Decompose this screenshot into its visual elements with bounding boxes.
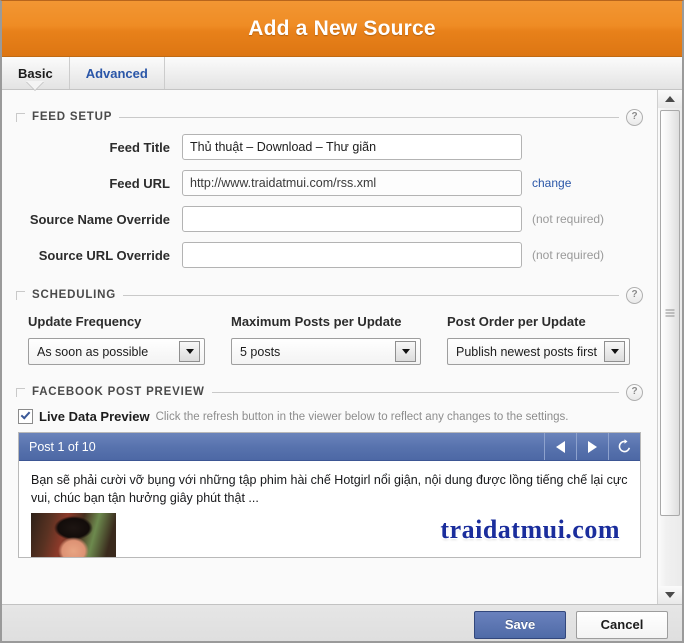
viewer-post-counter: Post 1 of 10 bbox=[29, 439, 96, 454]
arrow-up-icon bbox=[665, 96, 675, 102]
update-frequency-select[interactable]: As soon as possible bbox=[28, 338, 205, 365]
max-posts-value: 5 posts bbox=[240, 344, 281, 359]
post-order-group: Post Order per Update Publish newest pos… bbox=[447, 314, 630, 365]
scrollbar-track[interactable] bbox=[658, 108, 682, 586]
field-row-source-url-override: Source URL Override (not required) bbox=[16, 242, 643, 268]
dialog-title: Add a New Source bbox=[248, 16, 436, 40]
grip-icon bbox=[665, 308, 675, 319]
live-data-preview-label: Live Data Preview bbox=[39, 409, 150, 424]
source-name-override-label: Source Name Override bbox=[29, 211, 170, 227]
post-thumbnail-image bbox=[31, 513, 116, 557]
cancel-button[interactable]: Cancel bbox=[576, 610, 668, 639]
fieldset-corner bbox=[16, 112, 25, 122]
post-watermark: traidatmui.com bbox=[440, 515, 620, 544]
live-data-preview-hint: Click the refresh button in the viewer b… bbox=[155, 410, 569, 423]
vertical-scrollbar[interactable] bbox=[657, 90, 682, 604]
section-preview-title: FACEBOOK POST PREVIEW bbox=[32, 386, 205, 398]
feed-setup-fields: Feed Title Feed URL change Source Name O… bbox=[16, 124, 643, 276]
active-tab-pointer-icon bbox=[26, 81, 44, 90]
source-name-override-input[interactable] bbox=[182, 206, 522, 232]
update-frequency-label: Update Frequency bbox=[28, 314, 142, 329]
live-data-preview-row: Live Data Preview Click the refresh butt… bbox=[16, 399, 643, 432]
section-preview-header: FACEBOOK POST PREVIEW ? bbox=[16, 383, 643, 401]
post-preview-text: Bạn sẽ phải cười vỡ bụng với những tập p… bbox=[31, 473, 628, 505]
chevron-down-icon[interactable] bbox=[395, 341, 416, 362]
section-scheduling-header: SCHEDULING ? bbox=[16, 286, 643, 304]
arrow-down-icon bbox=[665, 592, 675, 598]
post-order-label: Post Order per Update bbox=[447, 314, 586, 329]
arrow-right-icon bbox=[588, 440, 597, 453]
source-url-override-hint: (not required) bbox=[532, 248, 605, 262]
tab-basic-label: Basic bbox=[18, 65, 53, 81]
section-scheduling-title: SCHEDULING bbox=[32, 289, 117, 301]
previous-post-button[interactable] bbox=[544, 433, 576, 460]
refresh-button[interactable] bbox=[608, 433, 640, 460]
fieldset-corner bbox=[16, 290, 25, 300]
chevron-down-icon[interactable] bbox=[179, 341, 200, 362]
feed-url-change-link[interactable]: change bbox=[522, 176, 571, 190]
max-posts-label: Maximum Posts per Update bbox=[231, 314, 402, 329]
section-feed-setup-title: FEED SETUP bbox=[32, 111, 113, 123]
save-button[interactable]: Save bbox=[474, 610, 566, 639]
add-source-dialog: Add a New Source Basic Advanced FEED SET… bbox=[0, 0, 684, 643]
post-order-value: Publish newest posts first bbox=[456, 344, 598, 359]
source-name-override-hint: (not required) bbox=[532, 212, 605, 226]
tabstrip: Basic Advanced bbox=[2, 57, 682, 90]
dialog-body: FEED SETUP ? Feed Title Feed URL change bbox=[2, 90, 682, 604]
next-post-button[interactable] bbox=[576, 433, 608, 460]
refresh-icon bbox=[618, 439, 631, 453]
fieldset-rule bbox=[119, 116, 619, 118]
feed-url-input[interactable] bbox=[182, 170, 522, 196]
section-feed-setup: FEED SETUP ? Feed Title Feed URL change bbox=[16, 108, 643, 276]
help-icon[interactable]: ? bbox=[626, 108, 643, 126]
post-order-select[interactable]: Publish newest posts first bbox=[447, 338, 630, 365]
help-icon[interactable]: ? bbox=[626, 383, 643, 401]
field-row-source-name-override: Source Name Override (not required) bbox=[16, 206, 643, 232]
scroll-up-button[interactable] bbox=[658, 90, 682, 108]
fieldset-rule bbox=[211, 391, 619, 393]
arrow-left-icon bbox=[556, 440, 565, 453]
scroll-down-button[interactable] bbox=[658, 586, 682, 604]
max-posts-select[interactable]: 5 posts bbox=[231, 338, 421, 365]
tab-basic[interactable]: Basic bbox=[2, 57, 70, 90]
viewer-content: Bạn sẽ phải cười vỡ bụng với những tập p… bbox=[19, 461, 640, 557]
live-data-preview-checkbox[interactable] bbox=[18, 409, 33, 424]
tab-advanced-label: Advanced bbox=[85, 65, 148, 81]
update-frequency-value: As soon as possible bbox=[37, 344, 149, 359]
feed-title-label: Feed Title bbox=[109, 139, 170, 155]
scrollbar-thumb[interactable] bbox=[660, 110, 680, 516]
dialog-footer: Save Cancel bbox=[2, 604, 682, 641]
post-preview-media: traidatmui.com bbox=[31, 513, 628, 557]
help-icon[interactable]: ? bbox=[626, 286, 643, 304]
viewer-toolbar: Post 1 of 10 bbox=[19, 433, 640, 461]
feed-url-label: Feed URL bbox=[109, 175, 170, 191]
chevron-down-icon[interactable] bbox=[604, 341, 625, 362]
field-row-feed-url: Feed URL change bbox=[16, 170, 643, 196]
source-url-override-input[interactable] bbox=[182, 242, 522, 268]
source-url-override-label: Source URL Override bbox=[38, 247, 170, 263]
fieldset-corner bbox=[16, 387, 25, 397]
field-row-feed-title: Feed Title bbox=[16, 134, 643, 160]
scheduling-controls: Update Frequency As soon as possible Max… bbox=[16, 302, 643, 373]
fieldset-rule bbox=[123, 294, 619, 296]
section-feed-setup-header: FEED SETUP ? bbox=[16, 108, 643, 126]
update-frequency-group: Update Frequency As soon as possible bbox=[28, 314, 205, 365]
post-preview-viewer: Post 1 of 10 Bạn sẽ phải cười vỡ bụng vớ… bbox=[18, 432, 641, 558]
form-content: FEED SETUP ? Feed Title Feed URL change bbox=[2, 90, 657, 604]
section-scheduling: SCHEDULING ? Update Frequency As soon as… bbox=[16, 286, 643, 373]
feed-title-input[interactable] bbox=[182, 134, 522, 160]
tab-advanced[interactable]: Advanced bbox=[70, 57, 165, 89]
section-facebook-post-preview: FACEBOOK POST PREVIEW ? Live Data Previe… bbox=[16, 383, 643, 558]
max-posts-group: Maximum Posts per Update 5 posts bbox=[231, 314, 421, 365]
dialog-titlebar: Add a New Source bbox=[2, 1, 682, 57]
